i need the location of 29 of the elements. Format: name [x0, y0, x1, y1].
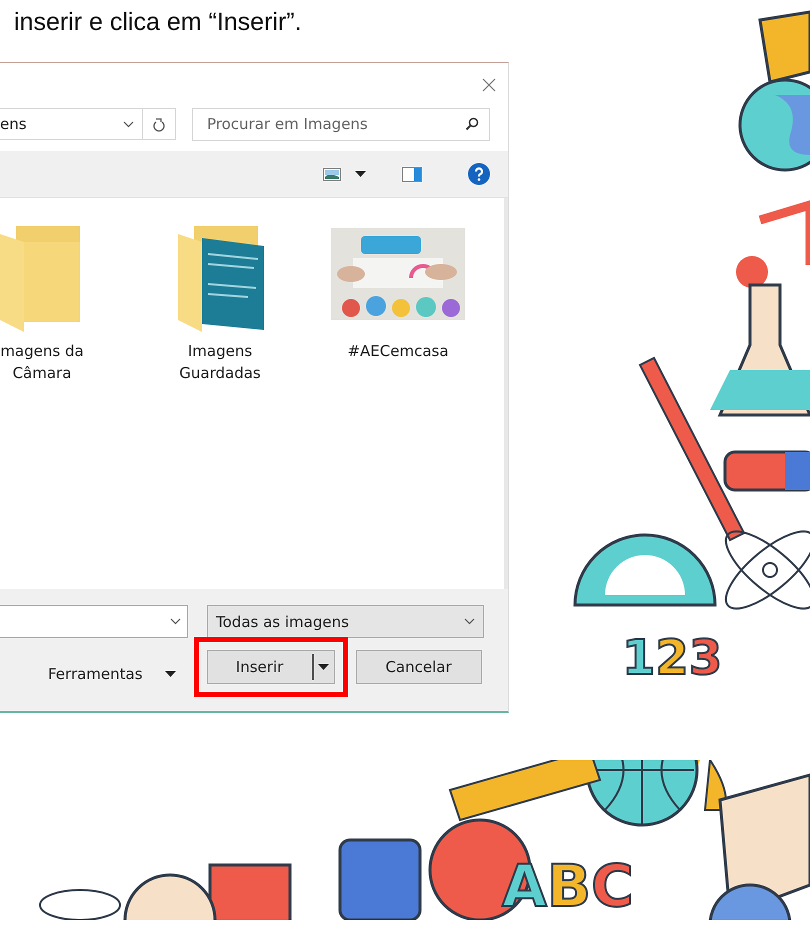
file-name: #AECemcasa [347, 341, 449, 362]
file-item[interactable]: Imagens Guardadas [145, 222, 295, 589]
close-icon[interactable] [482, 78, 496, 92]
refresh-icon[interactable] [153, 116, 165, 132]
caret-icon [318, 664, 330, 670]
file-item[interactable]: #AECemcasa [323, 222, 473, 589]
caret-icon [355, 171, 366, 177]
address-bar[interactable]: ens [0, 108, 176, 140]
search-icon [465, 117, 479, 131]
preview-pane-icon[interactable] [402, 166, 422, 182]
cancel-button[interactable]: Cancelar [356, 650, 482, 684]
search-field[interactable]: Procurar em Imagens [192, 108, 490, 140]
insert-button[interactable]: Inserir [206, 650, 335, 684]
help-icon[interactable] [468, 163, 490, 185]
dropdown-caret-icon [170, 618, 181, 625]
dropdown-caret-icon [464, 618, 475, 625]
file-name: magens da Câmara [0, 341, 84, 384]
caption-text: inserir e clica em “Inserir”. [13, 7, 303, 38]
tools-menu[interactable]: Ferramentas [48, 664, 176, 682]
file-item[interactable]: magens da Câmara [0, 222, 117, 589]
search-input[interactable]: Procurar em Imagens [205, 114, 465, 134]
view-icon[interactable] [323, 168, 341, 180]
file-name-field[interactable] [0, 605, 188, 638]
file-name: Imagens Guardadas [179, 341, 261, 384]
sticker-text: 123 [622, 630, 722, 686]
file-type-dropdown[interactable]: Todas as imagens [207, 605, 484, 638]
sticker-text: ABC [502, 852, 634, 920]
dropdown-caret-icon [123, 120, 134, 128]
caret-icon [164, 670, 176, 676]
